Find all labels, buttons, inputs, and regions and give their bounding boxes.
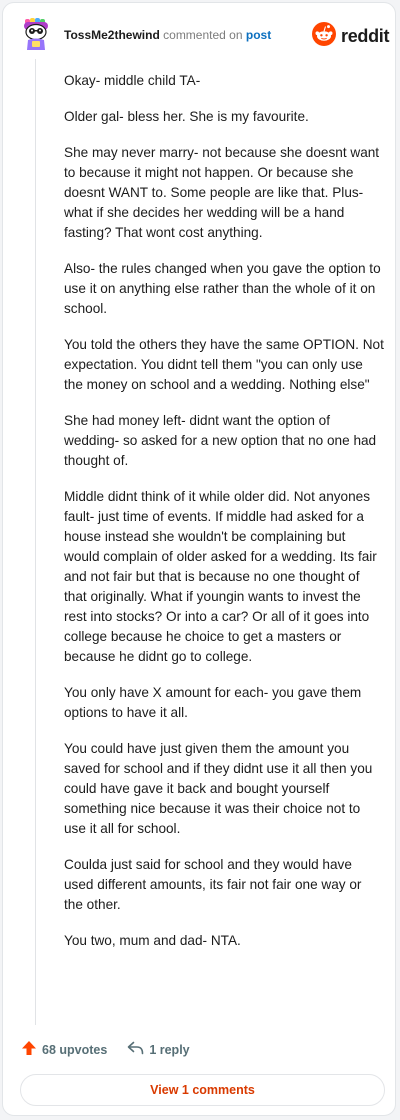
- view-comments-button[interactable]: View 1 comments: [20, 1074, 385, 1106]
- comment-header: TossMe2thewind commented on post: [64, 27, 271, 43]
- comment-paragraph: She may never marry- not because she doe…: [64, 145, 380, 240]
- username-link[interactable]: TossMe2thewind: [64, 28, 160, 42]
- comment-paragraph: Older gal- bless her. She is my favourit…: [64, 109, 309, 124]
- upvote-arrow-icon: [21, 1040, 42, 1059]
- comment-paragraph: Also- the rules changed when you gave th…: [64, 261, 381, 316]
- reddit-logo[interactable]: reddit: [312, 22, 390, 51]
- post-link[interactable]: post: [246, 28, 271, 42]
- upvote-count: 68 upvotes: [42, 1042, 108, 1057]
- comment-paragraph: Middle didnt think of it while older did…: [64, 489, 377, 664]
- reddit-alien-icon: [312, 22, 336, 51]
- comment-paragraph: She had money left- didnt want the optio…: [64, 413, 377, 468]
- comment-paragraph: Coulda just said for school and they wou…: [64, 857, 362, 912]
- comment-paragraph: You could have just given them the amoun…: [64, 741, 373, 836]
- avatar-icon[interactable]: [21, 18, 51, 52]
- reply-arrow-icon: [127, 1041, 149, 1058]
- comment-paragraph: Okay- middle child TA-: [64, 73, 201, 88]
- comment-paragraph: You told the others they have the same O…: [64, 337, 384, 392]
- reply-count: 1 reply: [149, 1042, 190, 1057]
- upvote-button[interactable]: 68 upvotes: [21, 1040, 107, 1059]
- thread-line[interactable]: [35, 59, 36, 1025]
- comment-body: Okay- middle child TA- Older gal- bless …: [64, 71, 384, 967]
- comment-paragraph: You only have X amount for each- you gav…: [64, 685, 362, 720]
- reddit-wordmark: reddit: [341, 26, 390, 46]
- reply-button[interactable]: 1 reply: [127, 1041, 190, 1058]
- commented-on-label: commented on: [163, 28, 243, 42]
- comment-card: TossMe2thewind commented on post reddit …: [2, 2, 396, 1116]
- comment-paragraph: You two, mum and dad- NTA.: [64, 933, 241, 948]
- comment-actions: 68 upvotes 1 reply: [21, 1040, 190, 1059]
